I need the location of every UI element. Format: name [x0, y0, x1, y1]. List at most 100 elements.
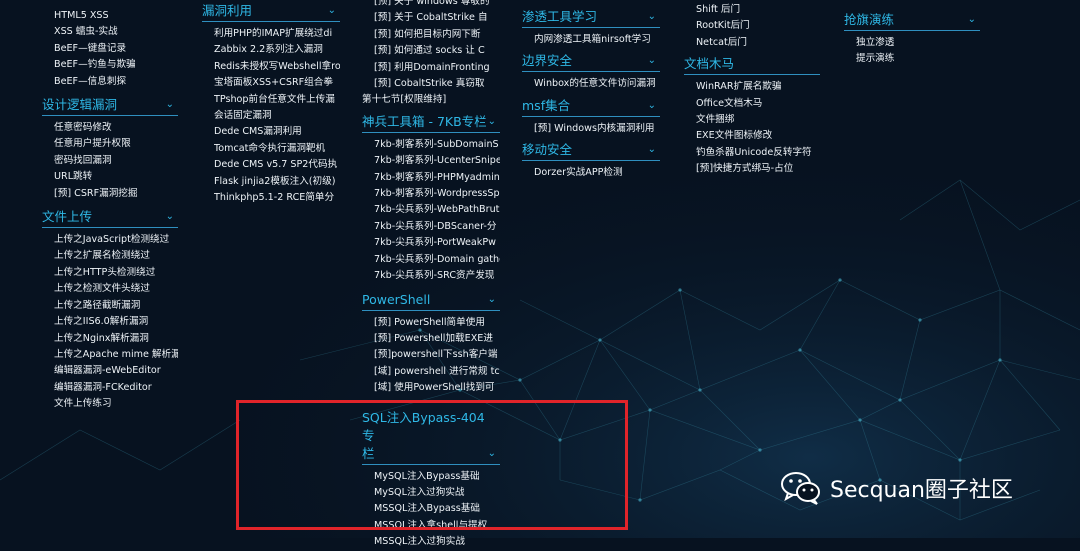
list-item[interactable]: 上传之扩展名检测绕过	[54, 248, 178, 264]
list-item[interactable]: [预]快捷方式绑马-占位	[696, 161, 820, 177]
list-item[interactable]: MySQL注入Bypass基础	[374, 469, 500, 485]
list-item[interactable]: Office文档木马	[696, 96, 820, 112]
list-item[interactable]: Flask jinjia2模板注入(初级)	[214, 174, 340, 190]
list-item[interactable]: [域] 使用PowerShell找到可	[374, 380, 500, 396]
list-item[interactable]: MSSQL注入Bypass基础	[374, 501, 500, 517]
section-logic-vulns: 设计逻辑漏洞 ⌄ 任意密码修改 任意用户提升权限 密码找回漏洞 URL跳转 [预…	[42, 96, 178, 202]
list-item[interactable]: [预] 关于 CobaltStrike 自	[374, 10, 500, 26]
list-item[interactable]: MSSQL注入拿shell与提权	[374, 518, 500, 534]
list-item[interactable]: [预] Windows内核漏洞利用	[534, 121, 660, 137]
section-header[interactable]: 移动安全 ⌄	[522, 141, 660, 162]
section-file-upload: 文件上传 ⌄ 上传之JavaScript检测绕过 上传之扩展名检测绕过 上传之H…	[42, 208, 178, 412]
list-item[interactable]: 上传之检测文件头绕过	[54, 281, 178, 297]
section-items: 任意密码修改 任意用户提升权限 密码找回漏洞 URL跳转 [预] CSRF漏洞挖…	[54, 120, 178, 202]
list-item[interactable]: BeEF—信息刺探	[54, 74, 178, 90]
section-header[interactable]: 设计逻辑漏洞 ⌄	[42, 96, 178, 117]
section-header[interactable]: 边界安全 ⌄	[522, 52, 660, 73]
section-header[interactable]: msf集合 ⌄	[522, 97, 660, 117]
section-powershell: PowerShell ⌄ [预] PowerShell简单使用 [预] Powe…	[362, 291, 500, 397]
list-item[interactable]: [域] powershell 进行常规 tcp	[374, 364, 500, 380]
list-item[interactable]: 上传之Apache mime 解析漏	[54, 347, 178, 363]
list-item[interactable]: Tomcat命令执行漏洞靶机	[214, 141, 340, 157]
list-item[interactable]: 任意密码修改	[54, 120, 178, 136]
list-item[interactable]: [预]powershell下ssh客户端	[374, 347, 500, 363]
list-item[interactable]: Dorzer实战APP检测	[534, 165, 660, 181]
list-item[interactable]: 密码找回漏洞	[54, 153, 178, 169]
list-item[interactable]: RootKit后门	[696, 18, 820, 34]
list-item[interactable]: 7kb-尖兵系列-SRC资产发现	[374, 268, 500, 284]
list-item[interactable]: 上传之JavaScript检测绕过	[54, 232, 178, 248]
list-item[interactable]: 7kb-尖兵系列-DBScaner-分	[374, 219, 500, 235]
list-item[interactable]: EXE文件图标修改	[696, 128, 820, 144]
list-item[interactable]: WinRAR扩展名欺骗	[696, 79, 820, 95]
list-item[interactable]: Dede CMS漏洞利用	[214, 124, 340, 140]
chevron-down-icon: ⌄	[647, 144, 656, 156]
list-item[interactable]: BeEF—键盘记录	[54, 41, 178, 57]
list-item[interactable]: 宝塔面板XSS+CSRF组合拳	[214, 75, 340, 91]
list-item[interactable]: 7kb-尖兵系列-WebPathBrut	[374, 202, 500, 218]
list-item[interactable]: 第十七节[权限维持]	[362, 92, 500, 108]
section-items: [预] PowerShell简单使用 [预] Powershell加载EXE进 …	[374, 315, 500, 397]
list-item[interactable]: TPshop前台任意文件上传漏	[214, 92, 340, 108]
list-item[interactable]: 文件捆绑	[696, 112, 820, 128]
section-header[interactable]: 渗透工具学习 ⌄	[522, 8, 660, 28]
list-item[interactable]: 7kb-刺客系列-WordpressSpi	[374, 186, 500, 202]
list-item[interactable]: 7kb-刺客系列-UcenterSnipe	[374, 153, 500, 169]
section-header[interactable]: SQL注入Bypass-404专 栏 ⌄	[362, 409, 500, 465]
col3-top-list: [预] 关于 windows 尊敬的 [预] 关于 CobaltStrike 自…	[362, 0, 500, 109]
list-item[interactable]: 7kb-刺客系列-SubDomainS	[374, 137, 500, 153]
list-item[interactable]: XSS 蠕虫-实战	[54, 24, 178, 40]
list-item[interactable]: Thinkphp5.1-2 RCE简单分	[214, 190, 340, 206]
chevron-down-icon: ⌄	[487, 447, 496, 459]
list-item[interactable]: 文件上传练习	[54, 396, 178, 412]
section-header[interactable]: 文档木马	[684, 55, 820, 76]
section-header[interactable]: 漏洞利用 ⌄	[202, 2, 340, 22]
list-item[interactable]: Winbox的任意文件访问漏洞	[534, 76, 660, 92]
section-title: 设计逻辑漏洞	[42, 97, 118, 113]
list-item[interactable]: [预] CobaltStrike 真窃取	[374, 76, 500, 92]
section-title: 文件上传	[42, 209, 93, 225]
list-item[interactable]: [预] PowerShell简单使用	[374, 315, 500, 331]
list-item[interactable]: [预] 利用DomainFronting	[374, 60, 500, 76]
column-5: Shift 后门 RootKit后门 Netcat后门 文档木马 WinRAR扩…	[684, 2, 820, 178]
list-item[interactable]: 7kb-尖兵系列-PortWeakPw	[374, 235, 500, 251]
list-item[interactable]: 上传之Nginx解析漏洞	[54, 331, 178, 347]
column-2: 漏洞利用 ⌄ 利用PHP的IMAP扩展绕过di Zabbix 2.2系列注入漏洞…	[202, 2, 340, 206]
list-item[interactable]: 7kb-刺客系列-PHPMyadmin	[374, 170, 500, 186]
list-item[interactable]: Redis未授权写Webshell拿ro	[214, 59, 340, 75]
list-item[interactable]: 上传之路径截断漏洞	[54, 298, 178, 314]
list-item[interactable]: 上传之HTTP头检测绕过	[54, 265, 178, 281]
section-items: 利用PHP的IMAP扩展绕过di Zabbix 2.2系列注入漏洞 Redis未…	[214, 26, 340, 206]
list-item[interactable]: 7kb-尖兵系列-Domain gathe	[374, 252, 500, 268]
list-item[interactable]: 利用PHP的IMAP扩展绕过di	[214, 26, 340, 42]
list-item[interactable]: 上传之IIS6.0解析漏洞	[54, 314, 178, 330]
list-item[interactable]: MySQL注入过狗实战	[374, 485, 500, 501]
list-item[interactable]: URL跳转	[54, 169, 178, 185]
list-item[interactable]: Dede CMS v5.7 SP2代码执	[214, 157, 340, 173]
section-sql-bypass: SQL注入Bypass-404专 栏 ⌄ MySQL注入Bypass基础 MyS…	[362, 409, 500, 551]
column-1: HTML5 XSS XSS 蠕虫-实战 BeEF—键盘记录 BeEF—钓鱼与欺骗…	[42, 8, 178, 413]
list-item[interactable]: 会话固定漏洞	[214, 108, 340, 124]
list-item[interactable]: 任意用户提升权限	[54, 136, 178, 152]
list-item[interactable]: 编辑器漏洞-eWebEditor	[54, 363, 178, 379]
list-item[interactable]: [预] 关于 windows 尊敬的	[374, 0, 500, 10]
section-header[interactable]: 抢旗演练 ⌄	[844, 11, 980, 31]
list-item[interactable]: Netcat后门	[696, 35, 820, 51]
list-item[interactable]: [预] CSRF漏洞挖掘	[54, 186, 178, 202]
section-header[interactable]: 文件上传 ⌄	[42, 208, 178, 229]
list-item[interactable]: 内网渗透工具箱nirsoft学习	[534, 32, 660, 48]
list-item[interactable]: Shift 后门	[696, 2, 820, 18]
list-item[interactable]: HTML5 XSS	[54, 8, 178, 24]
list-item[interactable]: 独立渗透	[856, 35, 980, 51]
list-item[interactable]: 钓鱼杀器Unicode反转字符	[696, 145, 820, 161]
list-item[interactable]: [预] 如何通过 socks 让 C	[374, 43, 500, 59]
list-item[interactable]: [预] 如何把目标内网下断	[374, 27, 500, 43]
section-header[interactable]: 神兵工具箱 - 7KB专栏 ⌄	[362, 113, 500, 133]
list-item[interactable]: 编辑器漏洞-FCKeditor	[54, 380, 178, 396]
list-item[interactable]: [预] Powershell加载EXE进	[374, 331, 500, 347]
list-item[interactable]: MSSQL注入过狗实战	[374, 534, 500, 550]
list-item[interactable]: 提示演练	[856, 51, 980, 67]
list-item[interactable]: BeEF—钓鱼与欺骗	[54, 57, 178, 73]
list-item[interactable]: Zabbix 2.2系列注入漏洞	[214, 42, 340, 58]
section-header[interactable]: PowerShell ⌄	[362, 291, 500, 311]
